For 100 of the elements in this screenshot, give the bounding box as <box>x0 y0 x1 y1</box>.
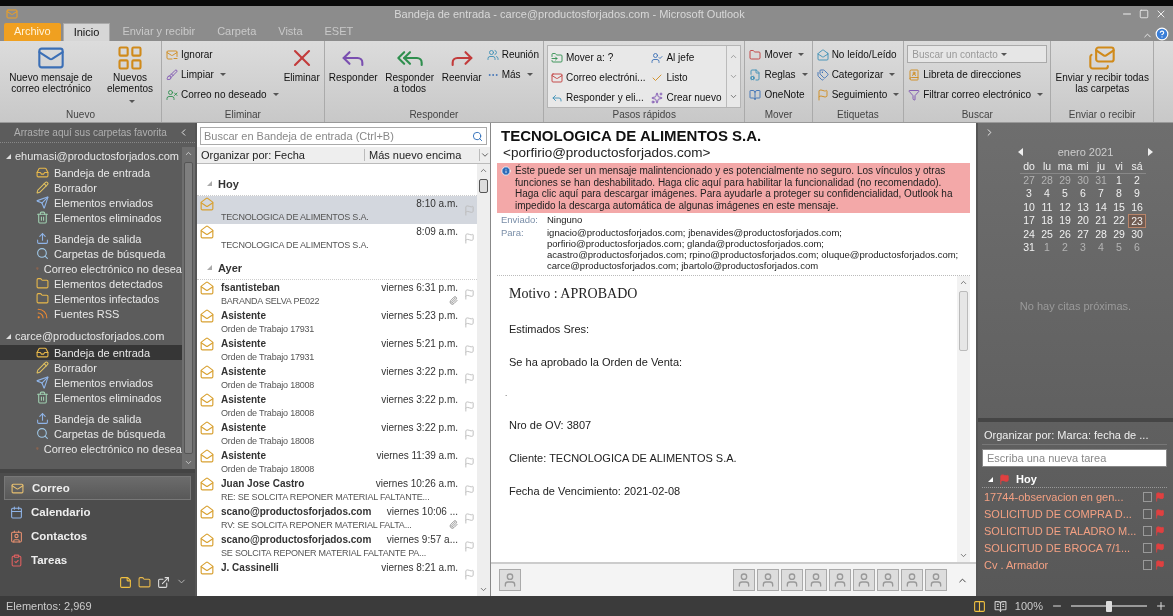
avatar-placeholder[interactable] <box>805 569 827 591</box>
checkbox[interactable] <box>1143 559 1152 570</box>
message-row[interactable]: Asistente viernes 3:22 p.m. Orden de Trabajo 18008 <box>197 392 477 420</box>
folder-icon[interactable] <box>138 576 151 589</box>
scroll-down-icon[interactable] <box>479 585 488 594</box>
ribbon-button[interactable]: Nuevos elementos <box>102 43 158 106</box>
calendar-day[interactable]: 2 <box>1128 173 1146 187</box>
module-button[interactable]: Tareas <box>4 548 191 572</box>
message-row[interactable]: 8:10 a.m. TECNOLOGICA DE ALIMENTOS S.A. <box>197 196 477 224</box>
task-item[interactable]: SOLICITUD DE TALADRO M... <box>982 522 1167 539</box>
flag-icon[interactable] <box>463 540 475 552</box>
ribbon-button[interactable]: Más <box>485 65 540 84</box>
avatar-placeholder[interactable] <box>925 569 947 591</box>
help-icon[interactable] <box>1155 27 1169 41</box>
flag-icon[interactable] <box>1155 491 1165 502</box>
folder-item[interactable]: Elementos detectados <box>0 276 182 291</box>
message-row[interactable]: Asistente viernes 5:21 p.m. Orden de Trabajo 17931 <box>197 336 477 364</box>
ribbon-button[interactable]: Reunión <box>485 45 540 64</box>
calendar-day[interactable]: 24 <box>1020 227 1038 241</box>
message-row[interactable]: Asistente viernes 3:22 p.m. Orden de Trabajo 18008 <box>197 420 477 448</box>
calendar-day[interactable]: 11 <box>1038 200 1056 214</box>
calendar-day[interactable]: 30 <box>1128 227 1146 241</box>
security-infobar[interactable]: Éste puede ser un mensaje malintencionado y es potencialmente no seguro. Los vínculos y otras funciones se han deshabilitado. Haga clic aquí para habilitar la funcionalidad (no recomendado). Haga clic aquí para descargar imágenes. Para ayudarle a proteger su confidencialidad, Outlook ha impedido la descarga automática de algunas imágenes en este mensaje. <box>497 163 970 213</box>
avatar-placeholder[interactable] <box>499 569 521 591</box>
arrange-by-header[interactable]: Organizar por: Fecha <box>197 149 365 161</box>
ribbon-button[interactable]: Responder a todos <box>381 43 438 95</box>
calendar-day[interactable]: 22 <box>1110 214 1128 228</box>
calendar-day[interactable]: 26 <box>1056 227 1074 241</box>
avatar-placeholder[interactable] <box>901 569 923 591</box>
previous-month-icon[interactable] <box>1018 148 1023 156</box>
calendar-day[interactable]: 29 <box>1110 227 1128 241</box>
folder-item[interactable]: Fuentes RSS <box>0 306 182 321</box>
checkbox[interactable] <box>1143 525 1152 536</box>
task-item[interactable]: SOLICITUD DE BROCA 7/1... <box>982 539 1167 556</box>
calendar-day[interactable]: 3 <box>1020 187 1038 201</box>
quick-steps-gallery[interactable]: Mover a: ? Correo electróni... Responder y eli... Al jefe Listo Crear nuevo <box>546 45 742 108</box>
arrange-by-header[interactable]: Organizar por: Marca: fecha de ... <box>982 426 1167 445</box>
message-row[interactable]: Asistente viernes 5:23 p.m. Orden de Trabajo 17931 <box>197 308 477 336</box>
calendar-day[interactable]: 5 <box>1056 187 1074 201</box>
flag-icon[interactable] <box>463 568 475 580</box>
ribbon-button[interactable]: Reglas <box>748 65 809 84</box>
calendar-day[interactable]: 14 <box>1092 200 1110 214</box>
calendar-day[interactable]: 7 <box>1092 187 1110 201</box>
flag-icon[interactable] <box>463 428 475 440</box>
calendar-day[interactable]: 20 <box>1074 214 1092 228</box>
folder-item[interactable]: Elementos eliminados <box>0 210 182 225</box>
restore-icon[interactable] <box>1139 9 1149 19</box>
scroll-down-icon[interactable] <box>959 551 968 560</box>
flag-icon[interactable] <box>1155 508 1165 519</box>
search-field[interactable]: Buscar en Bandeja de entrada (Ctrl+B) <box>200 127 487 145</box>
module-button[interactable]: Contactos <box>4 524 191 548</box>
close-icon[interactable] <box>1155 8 1167 20</box>
ribbon-button[interactable]: Responder <box>327 43 379 84</box>
flag-icon[interactable] <box>463 204 475 216</box>
flag-icon[interactable] <box>463 288 475 300</box>
scroll-down-icon[interactable] <box>184 458 193 467</box>
ribbon-button[interactable]: Mover a: ? <box>549 48 647 67</box>
folder-item[interactable]: Elementos infectados <box>0 291 182 306</box>
message-row[interactable]: Asistente viernes 11:39 a.m. Orden de Trabajo 18008 <box>197 448 477 476</box>
flag-icon[interactable] <box>463 456 475 468</box>
note-icon[interactable] <box>119 576 132 589</box>
task-item[interactable]: 17744-observacion en gen... <box>982 488 1167 505</box>
ribbon-button[interactable]: Responder y eli... <box>549 88 647 107</box>
shortcut-icon[interactable] <box>157 576 170 589</box>
folder-item[interactable]: Carpetas de búsqueda <box>0 426 182 441</box>
scroll-up-icon[interactable] <box>479 166 488 175</box>
calendar-day[interactable]: 19 <box>1056 214 1074 228</box>
ribbon-button[interactable]: Libreta de direcciones <box>907 65 1048 84</box>
ribbon-button[interactable]: Mover <box>748 45 809 64</box>
folder-item[interactable]: Bandeja de salida <box>0 231 182 246</box>
calendar-day[interactable]: 10 <box>1020 200 1038 214</box>
module-button[interactable]: Calendario <box>4 500 191 524</box>
scroll-down-icon[interactable] <box>729 72 739 81</box>
folder-item[interactable]: Borrador <box>0 180 182 195</box>
avatar-placeholder[interactable] <box>733 569 755 591</box>
avatar-placeholder[interactable] <box>877 569 899 591</box>
flag-icon[interactable] <box>463 232 475 244</box>
calendar-day[interactable]: 9 <box>1128 187 1146 201</box>
avatar-placeholder[interactable] <box>853 569 875 591</box>
message-row[interactable]: fsantisteban viernes 6:31 p.m. BARANDA SELVA PE022 <box>197 280 477 308</box>
ribbon-button[interactable]: Enviar y recibir todas las carpetas <box>1054 43 1151 95</box>
avatar-placeholder[interactable] <box>757 569 779 591</box>
scrollbar-thumb[interactable] <box>479 179 488 193</box>
scrollbar-thumb[interactable] <box>184 162 193 454</box>
calendar-day[interactable]: 16 <box>1128 200 1146 214</box>
ribbon-button[interactable]: Reenviar <box>440 43 483 84</box>
folder-item[interactable]: Elementos enviados <box>0 375 182 390</box>
flag-icon[interactable] <box>463 316 475 328</box>
folder-item[interactable]: Correo electrónico no desea <box>0 261 182 276</box>
avatar-placeholder[interactable] <box>829 569 851 591</box>
flag-icon[interactable] <box>1155 542 1165 553</box>
checkbox[interactable] <box>1143 491 1152 502</box>
message-row[interactable]: Asistente viernes 3:22 p.m. Orden de Trabajo 18008 <box>197 364 477 392</box>
folder-item[interactable]: Bandeja de salida <box>0 411 182 426</box>
ribbon-button[interactable]: Ignorar <box>165 45 280 64</box>
calendar-day[interactable]: 31 <box>1020 241 1038 255</box>
message-row[interactable]: scano@productosforjados.com viernes 10:06 ... RV: SE SOLCITA REPONER MATERIAL FALTA... <box>197 504 477 532</box>
checkbox[interactable] <box>1143 508 1152 519</box>
ribbon-button[interactable]: Correo electróni... <box>549 68 647 87</box>
flag-icon[interactable] <box>463 344 475 356</box>
